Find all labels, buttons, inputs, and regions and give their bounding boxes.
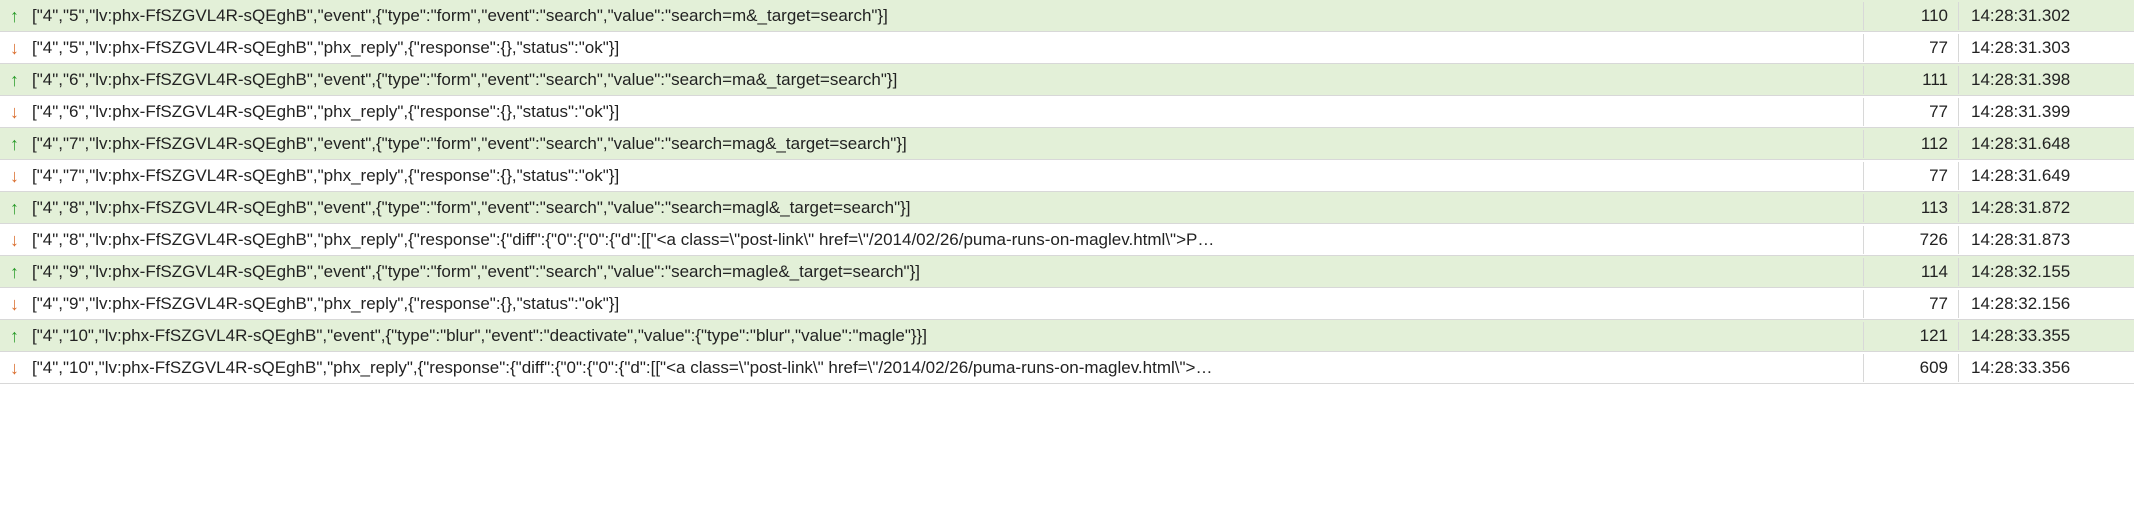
frame-payload: ["4","10","lv:phx-FfSZGVL4R-sQEghB","eve… (32, 326, 927, 346)
frame-data-cell: ↓["4","7","lv:phx-FfSZGVL4R-sQEghB","phx… (0, 162, 1864, 190)
frame-data-cell: ↑["4","10","lv:phx-FfSZGVL4R-sQEghB","ev… (0, 322, 1864, 350)
arrow-up-icon: ↑ (10, 327, 28, 345)
frame-row[interactable]: ↓["4","7","lv:phx-FfSZGVL4R-sQEghB","phx… (0, 160, 2134, 192)
frame-payload: ["4","7","lv:phx-FfSZGVL4R-sQEghB","even… (32, 134, 907, 154)
frame-row[interactable]: ↓["4","8","lv:phx-FfSZGVL4R-sQEghB","phx… (0, 224, 2134, 256)
arrow-down-icon: ↓ (10, 231, 28, 249)
arrow-up-icon: ↑ (10, 135, 28, 153)
frame-size: 77 (1864, 98, 1959, 126)
frame-payload: ["4","6","lv:phx-FfSZGVL4R-sQEghB","even… (32, 70, 897, 90)
frame-time: 14:28:32.155 (1959, 258, 2134, 286)
arrow-up-icon: ↑ (10, 263, 28, 281)
frame-data-cell: ↑["4","8","lv:phx-FfSZGVL4R-sQEghB","eve… (0, 194, 1864, 222)
frame-size: 112 (1864, 130, 1959, 158)
frame-row[interactable]: ↓["4","9","lv:phx-FfSZGVL4R-sQEghB","phx… (0, 288, 2134, 320)
frame-time: 14:28:31.872 (1959, 194, 2134, 222)
frame-data-cell: ↓["4","10","lv:phx-FfSZGVL4R-sQEghB","ph… (0, 354, 1864, 382)
frame-data-cell: ↓["4","6","lv:phx-FfSZGVL4R-sQEghB","phx… (0, 98, 1864, 126)
frame-data-cell: ↑["4","7","lv:phx-FfSZGVL4R-sQEghB","eve… (0, 130, 1864, 158)
frame-row[interactable]: ↑["4","6","lv:phx-FfSZGVL4R-sQEghB","eve… (0, 64, 2134, 96)
frame-size: 77 (1864, 162, 1959, 190)
frame-payload: ["4","10","lv:phx-FfSZGVL4R-sQEghB","phx… (32, 358, 1212, 378)
frame-time: 14:28:31.398 (1959, 66, 2134, 94)
frame-time: 14:28:31.399 (1959, 98, 2134, 126)
frame-row[interactable]: ↑["4","7","lv:phx-FfSZGVL4R-sQEghB","eve… (0, 128, 2134, 160)
frame-row[interactable]: ↑["4","8","lv:phx-FfSZGVL4R-sQEghB","eve… (0, 192, 2134, 224)
arrow-down-icon: ↓ (10, 167, 28, 185)
frame-size: 726 (1864, 226, 1959, 254)
frame-payload: ["4","8","lv:phx-FfSZGVL4R-sQEghB","phx_… (32, 230, 1214, 250)
frame-size: 111 (1864, 66, 1959, 94)
arrow-down-icon: ↓ (10, 39, 28, 57)
frame-payload: ["4","8","lv:phx-FfSZGVL4R-sQEghB","even… (32, 198, 911, 218)
frame-payload: ["4","7","lv:phx-FfSZGVL4R-sQEghB","phx_… (32, 166, 619, 186)
frame-time: 14:28:31.649 (1959, 162, 2134, 190)
frame-data-cell: ↑["4","6","lv:phx-FfSZGVL4R-sQEghB","eve… (0, 66, 1864, 94)
arrow-down-icon: ↓ (10, 103, 28, 121)
frame-time: 14:28:31.648 (1959, 130, 2134, 158)
arrow-up-icon: ↑ (10, 71, 28, 89)
frame-size: 113 (1864, 194, 1959, 222)
arrow-down-icon: ↓ (10, 359, 28, 377)
frame-data-cell: ↓["4","8","lv:phx-FfSZGVL4R-sQEghB","phx… (0, 226, 1864, 254)
frame-row[interactable]: ↑["4","5","lv:phx-FfSZGVL4R-sQEghB","eve… (0, 0, 2134, 32)
frame-size: 609 (1864, 354, 1959, 382)
frame-time: 14:28:33.356 (1959, 354, 2134, 382)
frame-size: 77 (1864, 290, 1959, 318)
frame-data-cell: ↓["4","5","lv:phx-FfSZGVL4R-sQEghB","phx… (0, 34, 1864, 62)
arrow-down-icon: ↓ (10, 295, 28, 313)
frame-size: 121 (1864, 322, 1959, 350)
frame-data-cell: ↑["4","5","lv:phx-FfSZGVL4R-sQEghB","eve… (0, 2, 1864, 30)
websocket-frames-table: ↑["4","5","lv:phx-FfSZGVL4R-sQEghB","eve… (0, 0, 2134, 384)
frame-time: 14:28:31.873 (1959, 226, 2134, 254)
frame-time: 14:28:31.303 (1959, 34, 2134, 62)
arrow-up-icon: ↑ (10, 7, 28, 25)
frame-size: 77 (1864, 34, 1959, 62)
frame-time: 14:28:31.302 (1959, 2, 2134, 30)
frame-row[interactable]: ↓["4","6","lv:phx-FfSZGVL4R-sQEghB","phx… (0, 96, 2134, 128)
frame-size: 110 (1864, 2, 1959, 30)
frame-row[interactable]: ↓["4","10","lv:phx-FfSZGVL4R-sQEghB","ph… (0, 352, 2134, 384)
frame-payload: ["4","5","lv:phx-FfSZGVL4R-sQEghB","phx_… (32, 38, 619, 58)
frame-payload: ["4","9","lv:phx-FfSZGVL4R-sQEghB","even… (32, 262, 920, 282)
frame-payload: ["4","5","lv:phx-FfSZGVL4R-sQEghB","even… (32, 6, 888, 26)
arrow-up-icon: ↑ (10, 199, 28, 217)
frame-payload: ["4","9","lv:phx-FfSZGVL4R-sQEghB","phx_… (32, 294, 619, 314)
frame-payload: ["4","6","lv:phx-FfSZGVL4R-sQEghB","phx_… (32, 102, 619, 122)
frame-data-cell: ↓["4","9","lv:phx-FfSZGVL4R-sQEghB","phx… (0, 290, 1864, 318)
frame-row[interactable]: ↓["4","5","lv:phx-FfSZGVL4R-sQEghB","phx… (0, 32, 2134, 64)
frame-data-cell: ↑["4","9","lv:phx-FfSZGVL4R-sQEghB","eve… (0, 258, 1864, 286)
frame-row[interactable]: ↑["4","10","lv:phx-FfSZGVL4R-sQEghB","ev… (0, 320, 2134, 352)
frame-time: 14:28:32.156 (1959, 290, 2134, 318)
frame-size: 114 (1864, 258, 1959, 286)
frame-row[interactable]: ↑["4","9","lv:phx-FfSZGVL4R-sQEghB","eve… (0, 256, 2134, 288)
frame-time: 14:28:33.355 (1959, 322, 2134, 350)
